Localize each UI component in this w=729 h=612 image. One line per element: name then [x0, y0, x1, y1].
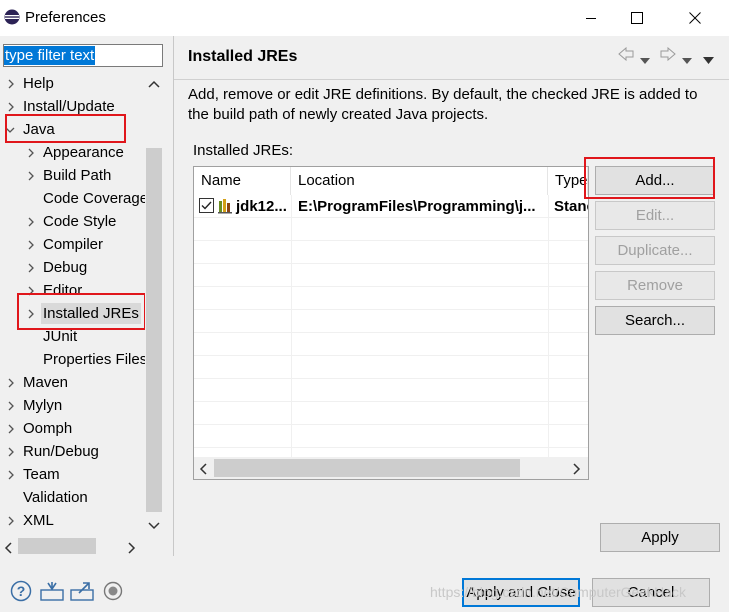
scroll-right-icon[interactable] [572, 462, 582, 479]
tree-item-label: Validation [23, 489, 88, 506]
tree-item-label: Properties Files [43, 351, 148, 368]
table-row-empty [194, 287, 588, 310]
duplicate-button[interactable]: Duplicate... [595, 236, 715, 265]
panel-divider[interactable] [173, 36, 174, 556]
tree-item-label: Help [23, 75, 54, 92]
column-header-label: Name [201, 172, 242, 189]
page-description: Add, remove or edit JRE definitions. By … [188, 86, 698, 123]
window-title: Preferences [25, 9, 106, 26]
watermark-text: https://blog.csdn.net/ComputerGeekHack [430, 584, 687, 600]
chevron-right-icon [8, 102, 14, 112]
tree-item-label: Code Coverage [43, 190, 149, 207]
edit-button[interactable]: Edit... [595, 201, 715, 230]
back-dropdown-icon[interactable] [640, 51, 650, 68]
tree-item-label: Maven [23, 374, 69, 391]
page-title: Installed JREs [188, 48, 298, 65]
table-row-empty [194, 264, 588, 287]
table-row-empty [194, 333, 588, 356]
highlight-add-button [584, 157, 715, 199]
tree-item-label: Code Style [43, 213, 117, 230]
eclipse-logo-icon [4, 9, 20, 25]
column-header-name[interactable]: Name [195, 167, 291, 195]
tree-item-label: Build Path [43, 167, 112, 184]
header-separator [174, 79, 729, 80]
forward-dropdown-icon[interactable] [682, 51, 692, 68]
installed-jres-label: Installed JREs: [193, 142, 294, 159]
table-row-empty [194, 402, 588, 425]
table-row-empty [194, 356, 588, 379]
apply-button[interactable]: Apply [600, 523, 720, 552]
record-icon[interactable] [103, 581, 123, 605]
table-row[interactable]: jdk12... E:\ProgramFiles\Programming\j..… [194, 195, 588, 218]
back-arrow-icon[interactable] [618, 46, 634, 65]
chevron-right-icon [8, 378, 14, 388]
maximize-button[interactable] [614, 0, 660, 36]
search-button[interactable]: Search... [595, 306, 715, 335]
chevron-right-icon [8, 470, 14, 480]
chevron-right-icon [28, 263, 34, 273]
chevron-right-icon [28, 171, 34, 181]
column-divider [548, 195, 549, 457]
tree-vertical-scroll-thumb[interactable] [146, 148, 162, 512]
minimize-button[interactable] [568, 0, 614, 36]
jre-location: E:\ProgramFiles\Programming\j... [298, 198, 536, 215]
table-row-empty [194, 310, 588, 333]
table-row-empty [194, 241, 588, 264]
chevron-right-icon [8, 79, 14, 89]
chevron-right-icon [28, 148, 34, 158]
scroll-down-icon[interactable] [148, 518, 160, 535]
tree-item-label: XML [23, 512, 54, 529]
tree-item-label: Compiler [43, 236, 104, 253]
scroll-left-icon[interactable] [3, 541, 13, 558]
remove-button[interactable]: Remove [595, 271, 715, 300]
tree-item-label: Run/Debug [23, 443, 99, 460]
close-button[interactable] [672, 0, 718, 36]
column-header-location[interactable]: Location [292, 167, 548, 195]
highlight-java [5, 114, 126, 143]
jre-name: jdk12... [236, 198, 287, 215]
table-row-empty [194, 379, 588, 402]
chevron-right-icon [8, 424, 14, 434]
export-icon[interactable] [70, 581, 94, 605]
tree-item-label: Appearance [43, 144, 124, 161]
maximize-icon [631, 12, 643, 24]
table-row-empty [194, 425, 588, 448]
tree-item-label: Mylyn [23, 397, 63, 414]
tree-horizontal-scroll-thumb[interactable] [18, 538, 96, 554]
close-icon [689, 12, 701, 24]
chevron-right-icon [8, 447, 14, 457]
import-icon[interactable] [40, 581, 64, 605]
table-horizontal-scroll-thumb[interactable] [214, 459, 520, 477]
chevron-right-icon [28, 240, 34, 250]
forward-arrow-icon[interactable] [660, 46, 676, 65]
scroll-left-icon[interactable] [198, 462, 208, 479]
column-header-type[interactable]: Type [549, 167, 588, 195]
tree-item-label: JUnit [43, 328, 78, 345]
minimize-icon [586, 18, 596, 19]
tree-item-label: Debug [43, 259, 88, 276]
checkbox-checked-icon[interactable] [199, 198, 214, 213]
jre-library-icon [218, 199, 232, 214]
scroll-right-icon[interactable] [127, 541, 137, 558]
jre-type: Stanc [554, 198, 588, 215]
tree-item-label: Oomph [23, 420, 73, 437]
highlight-installed-jres [17, 293, 146, 330]
table-row-empty [194, 218, 588, 241]
filter-input-text: type filter text [4, 46, 96, 65]
chevron-right-icon [8, 516, 14, 526]
chevron-right-icon [28, 217, 34, 227]
column-divider [291, 195, 292, 457]
column-header-label: Location [298, 172, 355, 189]
svg-text:?: ? [17, 583, 26, 599]
chevron-right-icon [8, 401, 14, 411]
help-icon[interactable]: ? [10, 580, 32, 606]
column-header-label: Type [555, 172, 588, 189]
scroll-up-icon[interactable] [148, 76, 160, 93]
view-menu-icon[interactable] [703, 51, 714, 68]
tree-item-label: Team [23, 466, 60, 483]
